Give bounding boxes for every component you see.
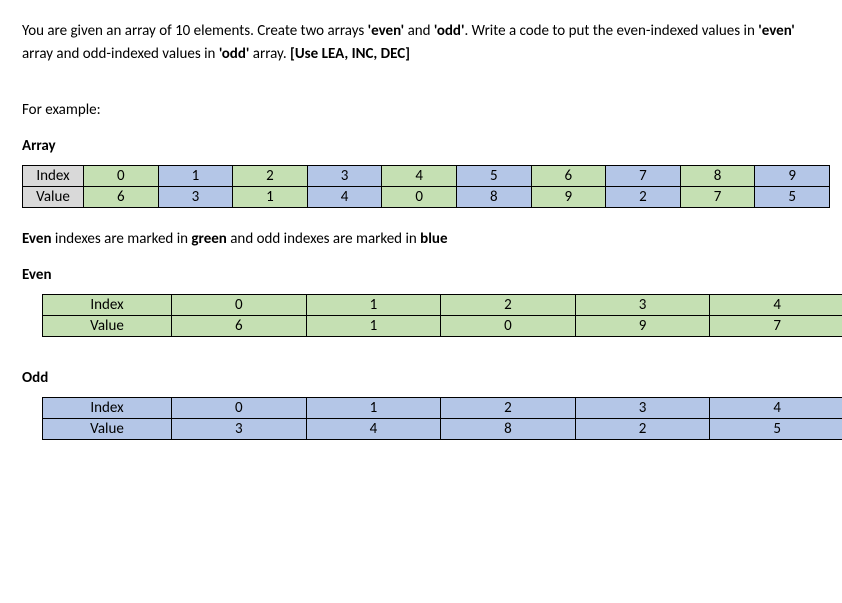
array-index-cell: 9 bbox=[755, 166, 830, 187]
array-index-cell: 5 bbox=[456, 166, 531, 187]
odd-index-cell: 3 bbox=[575, 398, 710, 419]
array-index-cell: 3 bbox=[307, 166, 382, 187]
array-index-cell: 6 bbox=[531, 166, 606, 187]
array-index-cell: 8 bbox=[680, 166, 755, 187]
odd-value-cell: 4 bbox=[306, 419, 441, 440]
explain-blue: blue bbox=[420, 230, 447, 248]
odd-value-cell: 3 bbox=[172, 419, 307, 440]
explain-line: Even indexes are marked in green and odd… bbox=[22, 230, 820, 248]
array-value-cell: 5 bbox=[755, 187, 830, 208]
odd-index-cell: 4 bbox=[710, 398, 842, 419]
odd-value-cell: 2 bbox=[575, 419, 710, 440]
odd-value-cell: 5 bbox=[710, 419, 842, 440]
even-table: Index 0 1 2 3 4 Value 6 1 0 9 7 bbox=[42, 294, 842, 337]
prompt-bold-odd: 'odd' bbox=[434, 22, 465, 40]
row-label-index: Index bbox=[43, 398, 172, 419]
array-index-cell: 2 bbox=[233, 166, 308, 187]
array-value-cell: 4 bbox=[307, 187, 382, 208]
array-value-cell: 0 bbox=[382, 187, 457, 208]
array-value-cell: 8 bbox=[456, 187, 531, 208]
odd-table: Index 0 1 2 3 4 Value 3 4 8 2 5 bbox=[42, 397, 842, 440]
array-table: Index 0 1 2 3 4 5 6 7 8 9 Value 6 3 1 4 … bbox=[22, 165, 830, 208]
even-index-cell: 1 bbox=[306, 295, 441, 316]
example-label: For example: bbox=[22, 101, 820, 119]
row-label-index: Index bbox=[23, 166, 84, 187]
row-label-value: Value bbox=[43, 316, 172, 337]
array-value-cell: 7 bbox=[680, 187, 755, 208]
prompt-text: array. bbox=[249, 45, 290, 63]
odd-title: Odd bbox=[22, 369, 820, 387]
array-title: Array bbox=[22, 137, 820, 155]
array-value-cell: 9 bbox=[531, 187, 606, 208]
explain-even: Even bbox=[22, 230, 52, 248]
table-row: Index 0 1 2 3 4 bbox=[43, 295, 842, 316]
even-value-cell: 0 bbox=[441, 316, 576, 337]
table-row: Index 0 1 2 3 4 bbox=[43, 398, 842, 419]
explain-green: green bbox=[191, 230, 226, 248]
explain-text: and odd indexes are marked in bbox=[227, 230, 420, 248]
table-row: Value 6 1 0 9 7 bbox=[43, 316, 842, 337]
prompt-text: array and odd-indexed values in bbox=[22, 45, 219, 63]
odd-index-cell: 1 bbox=[306, 398, 441, 419]
prompt-bold-even2: 'even' bbox=[758, 22, 795, 40]
even-value-cell: 7 bbox=[710, 316, 842, 337]
odd-index-cell: 2 bbox=[441, 398, 576, 419]
even-title: Even bbox=[22, 266, 820, 284]
array-value-cell: 2 bbox=[606, 187, 681, 208]
array-value-cell: 1 bbox=[233, 187, 308, 208]
even-value-cell: 1 bbox=[306, 316, 441, 337]
array-value-cell: 3 bbox=[158, 187, 233, 208]
prompt-text: and bbox=[404, 22, 434, 40]
odd-value-cell: 8 bbox=[441, 419, 576, 440]
even-index-cell: 2 bbox=[441, 295, 576, 316]
odd-index-cell: 0 bbox=[172, 398, 307, 419]
array-index-cell: 7 bbox=[606, 166, 681, 187]
table-row: Value 6 3 1 4 0 8 9 2 7 5 bbox=[23, 187, 830, 208]
row-label-value: Value bbox=[23, 187, 84, 208]
even-index-cell: 0 bbox=[172, 295, 307, 316]
table-row: Value 3 4 8 2 5 bbox=[43, 419, 842, 440]
table-row: Index 0 1 2 3 4 5 6 7 8 9 bbox=[23, 166, 830, 187]
prompt-bold-constraint: [Use LEA, INC, DEC] bbox=[290, 45, 410, 63]
prompt-bold-odd2: 'odd' bbox=[219, 45, 250, 63]
array-index-cell: 1 bbox=[158, 166, 233, 187]
explain-text: indexes are marked in bbox=[52, 230, 192, 248]
row-label-value: Value bbox=[43, 419, 172, 440]
array-index-cell: 0 bbox=[84, 166, 159, 187]
row-label-index: Index bbox=[43, 295, 172, 316]
array-index-cell: 4 bbox=[382, 166, 457, 187]
even-index-cell: 3 bbox=[575, 295, 710, 316]
even-value-cell: 6 bbox=[172, 316, 307, 337]
prompt-bold-even: 'even' bbox=[368, 22, 405, 40]
even-index-cell: 4 bbox=[710, 295, 842, 316]
array-value-cell: 6 bbox=[84, 187, 159, 208]
even-value-cell: 9 bbox=[575, 316, 710, 337]
problem-statement: You are given an array of 10 elements. C… bbox=[22, 20, 820, 65]
prompt-text: . Write a code to put the even-indexed v… bbox=[464, 22, 758, 40]
prompt-text: You are given an array of 10 elements. C… bbox=[22, 22, 368, 40]
